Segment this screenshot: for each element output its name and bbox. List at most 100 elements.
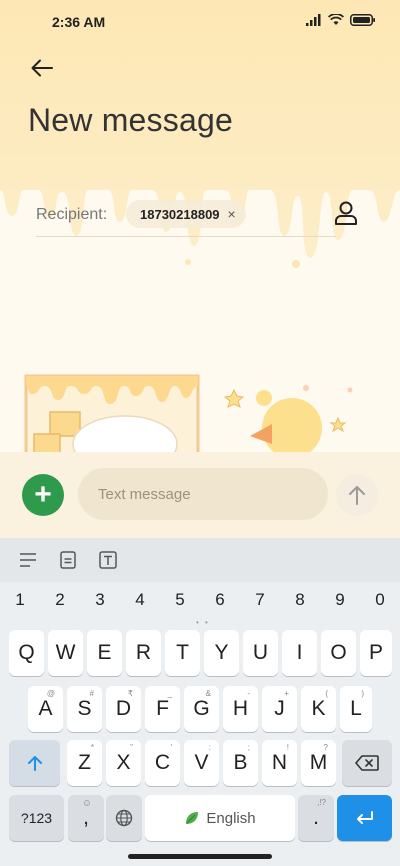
emoji-comma-key[interactable]: ☺ , — [68, 795, 104, 841]
key-x-label: X — [116, 751, 131, 774]
key-k[interactable]: (K — [301, 686, 336, 732]
leaf-icon — [186, 812, 199, 824]
key-u[interactable]: U — [243, 630, 278, 676]
key-d-hint: ₹ — [127, 689, 133, 698]
period-label: . — [313, 806, 319, 829]
recipient-chip[interactable]: 18730218809 × — [126, 200, 246, 228]
page-title: New message — [28, 102, 233, 138]
key-n[interactable]: ! N — [262, 740, 297, 786]
key-l[interactable]: ) L — [340, 686, 372, 732]
key-w[interactable]: W — [48, 630, 83, 676]
key-a[interactable]: @ A — [28, 686, 63, 732]
key-y[interactable]: Y — [204, 630, 239, 676]
key-h[interactable]: -H — [223, 686, 258, 732]
key-q[interactable]: Q — [9, 630, 44, 676]
key-2[interactable]: 2 — [45, 590, 75, 610]
key-z[interactable]: * Z — [67, 740, 102, 786]
key-b-label: B — [233, 751, 248, 774]
key-l-label: L — [350, 697, 362, 720]
comma-label: , — [83, 806, 89, 829]
space-key-label: English — [206, 809, 256, 827]
key-t[interactable]: T — [165, 630, 200, 676]
language-key[interactable] — [106, 795, 142, 841]
period-key-hint: ,!? — [317, 798, 326, 807]
shift-key[interactable] — [9, 740, 60, 786]
clipboard-icon[interactable] — [58, 550, 78, 570]
wifi-icon — [328, 14, 344, 25]
backspace-key[interactable] — [342, 740, 392, 786]
key-x-hint: " — [130, 743, 133, 752]
key-d[interactable]: ₹ D — [106, 686, 141, 732]
number-row: 1 2 3 4 5 6 7 8 9 0 — [0, 590, 400, 614]
key-a-label: A — [38, 697, 53, 720]
key-o[interactable]: O — [321, 630, 356, 676]
key-c[interactable]: ' C — [145, 740, 180, 786]
key-3[interactable]: 3 — [85, 590, 115, 610]
period-key[interactable]: ,!? . — [298, 795, 334, 841]
contact-person-icon — [335, 201, 357, 225]
emoji-hint-icon: ☺ — [81, 798, 92, 809]
key-m[interactable]: ? M — [301, 740, 336, 786]
text-format-icon[interactable] — [98, 550, 118, 570]
key-6[interactable]: 6 — [205, 590, 235, 610]
menu-lines-icon[interactable] — [18, 550, 38, 570]
key-g[interactable]: & G — [184, 686, 219, 732]
battery-icon — [350, 14, 375, 26]
recipient-divider — [36, 236, 336, 237]
enter-arrow-icon — [356, 811, 373, 824]
keyboard-toolbar — [0, 538, 400, 582]
key-4[interactable]: 4 — [125, 590, 155, 610]
key-7[interactable]: 7 — [245, 590, 275, 610]
key-h-label: H — [232, 697, 249, 720]
key-n-label: N — [271, 751, 288, 774]
shift-arrow-icon — [27, 756, 42, 771]
key-1[interactable]: 1 — [5, 590, 35, 610]
key-x[interactable]: " X — [106, 740, 141, 786]
key-c-label: C — [154, 751, 171, 774]
status-time: 2:36 AM — [52, 14, 106, 30]
key-z-label: Z — [78, 751, 91, 774]
key-p[interactable]: P — [360, 630, 392, 676]
backspace-icon — [355, 755, 379, 771]
key-v-label: V — [194, 751, 209, 774]
key-b-hint: ; — [247, 743, 250, 752]
recipient-chip-number: 18730218809 — [140, 206, 220, 222]
key-e[interactable]: E — [87, 630, 122, 676]
key-m-label: M — [309, 751, 328, 774]
key-j[interactable]: + J — [262, 686, 297, 732]
key-f-hint: _ — [167, 689, 172, 698]
key-g-label: G — [193, 697, 210, 720]
recipient-label: Recipient: — [36, 206, 108, 223]
key-s-label: S — [77, 697, 92, 720]
key-f[interactable]: _ F — [145, 686, 180, 732]
key-s[interactable]: # S — [67, 686, 102, 732]
background-illustration — [24, 374, 353, 452]
keyboard: 1 2 3 4 5 6 7 8 9 0 • • Q W E R T Y U I … — [0, 538, 400, 866]
key-9[interactable]: 9 — [325, 590, 355, 610]
send-button[interactable] — [336, 474, 378, 516]
key-f-label: F — [156, 697, 169, 720]
add-contact-button[interactable] — [334, 200, 362, 228]
space-key[interactable]: English — [145, 795, 295, 841]
key-i[interactable]: I — [282, 630, 317, 676]
status-bar: 2:36 AM — [0, 0, 400, 44]
key-v-hint: : — [208, 743, 211, 752]
home-indicator[interactable] — [128, 854, 272, 859]
key-0[interactable]: 0 — [365, 590, 395, 610]
status-icons — [306, 14, 376, 26]
symbols-key[interactable]: ?123 — [9, 795, 64, 841]
message-input[interactable] — [78, 468, 328, 520]
add-attachment-button[interactable]: + — [22, 474, 64, 516]
key-m-hint: ? — [323, 743, 328, 752]
keyboard-page-indicator: • • — [196, 618, 210, 627]
chip-remove-icon[interactable]: × — [228, 206, 236, 222]
key-b[interactable]: ; B — [223, 740, 258, 786]
compose-bar: + — [0, 452, 400, 538]
key-5[interactable]: 5 — [165, 590, 195, 610]
key-8[interactable]: 8 — [285, 590, 315, 610]
enter-key[interactable] — [337, 795, 392, 841]
key-r[interactable]: R — [126, 630, 161, 676]
key-v[interactable]: :V — [184, 740, 219, 786]
key-a-hint: @ — [46, 689, 55, 698]
back-button[interactable] — [26, 52, 58, 84]
